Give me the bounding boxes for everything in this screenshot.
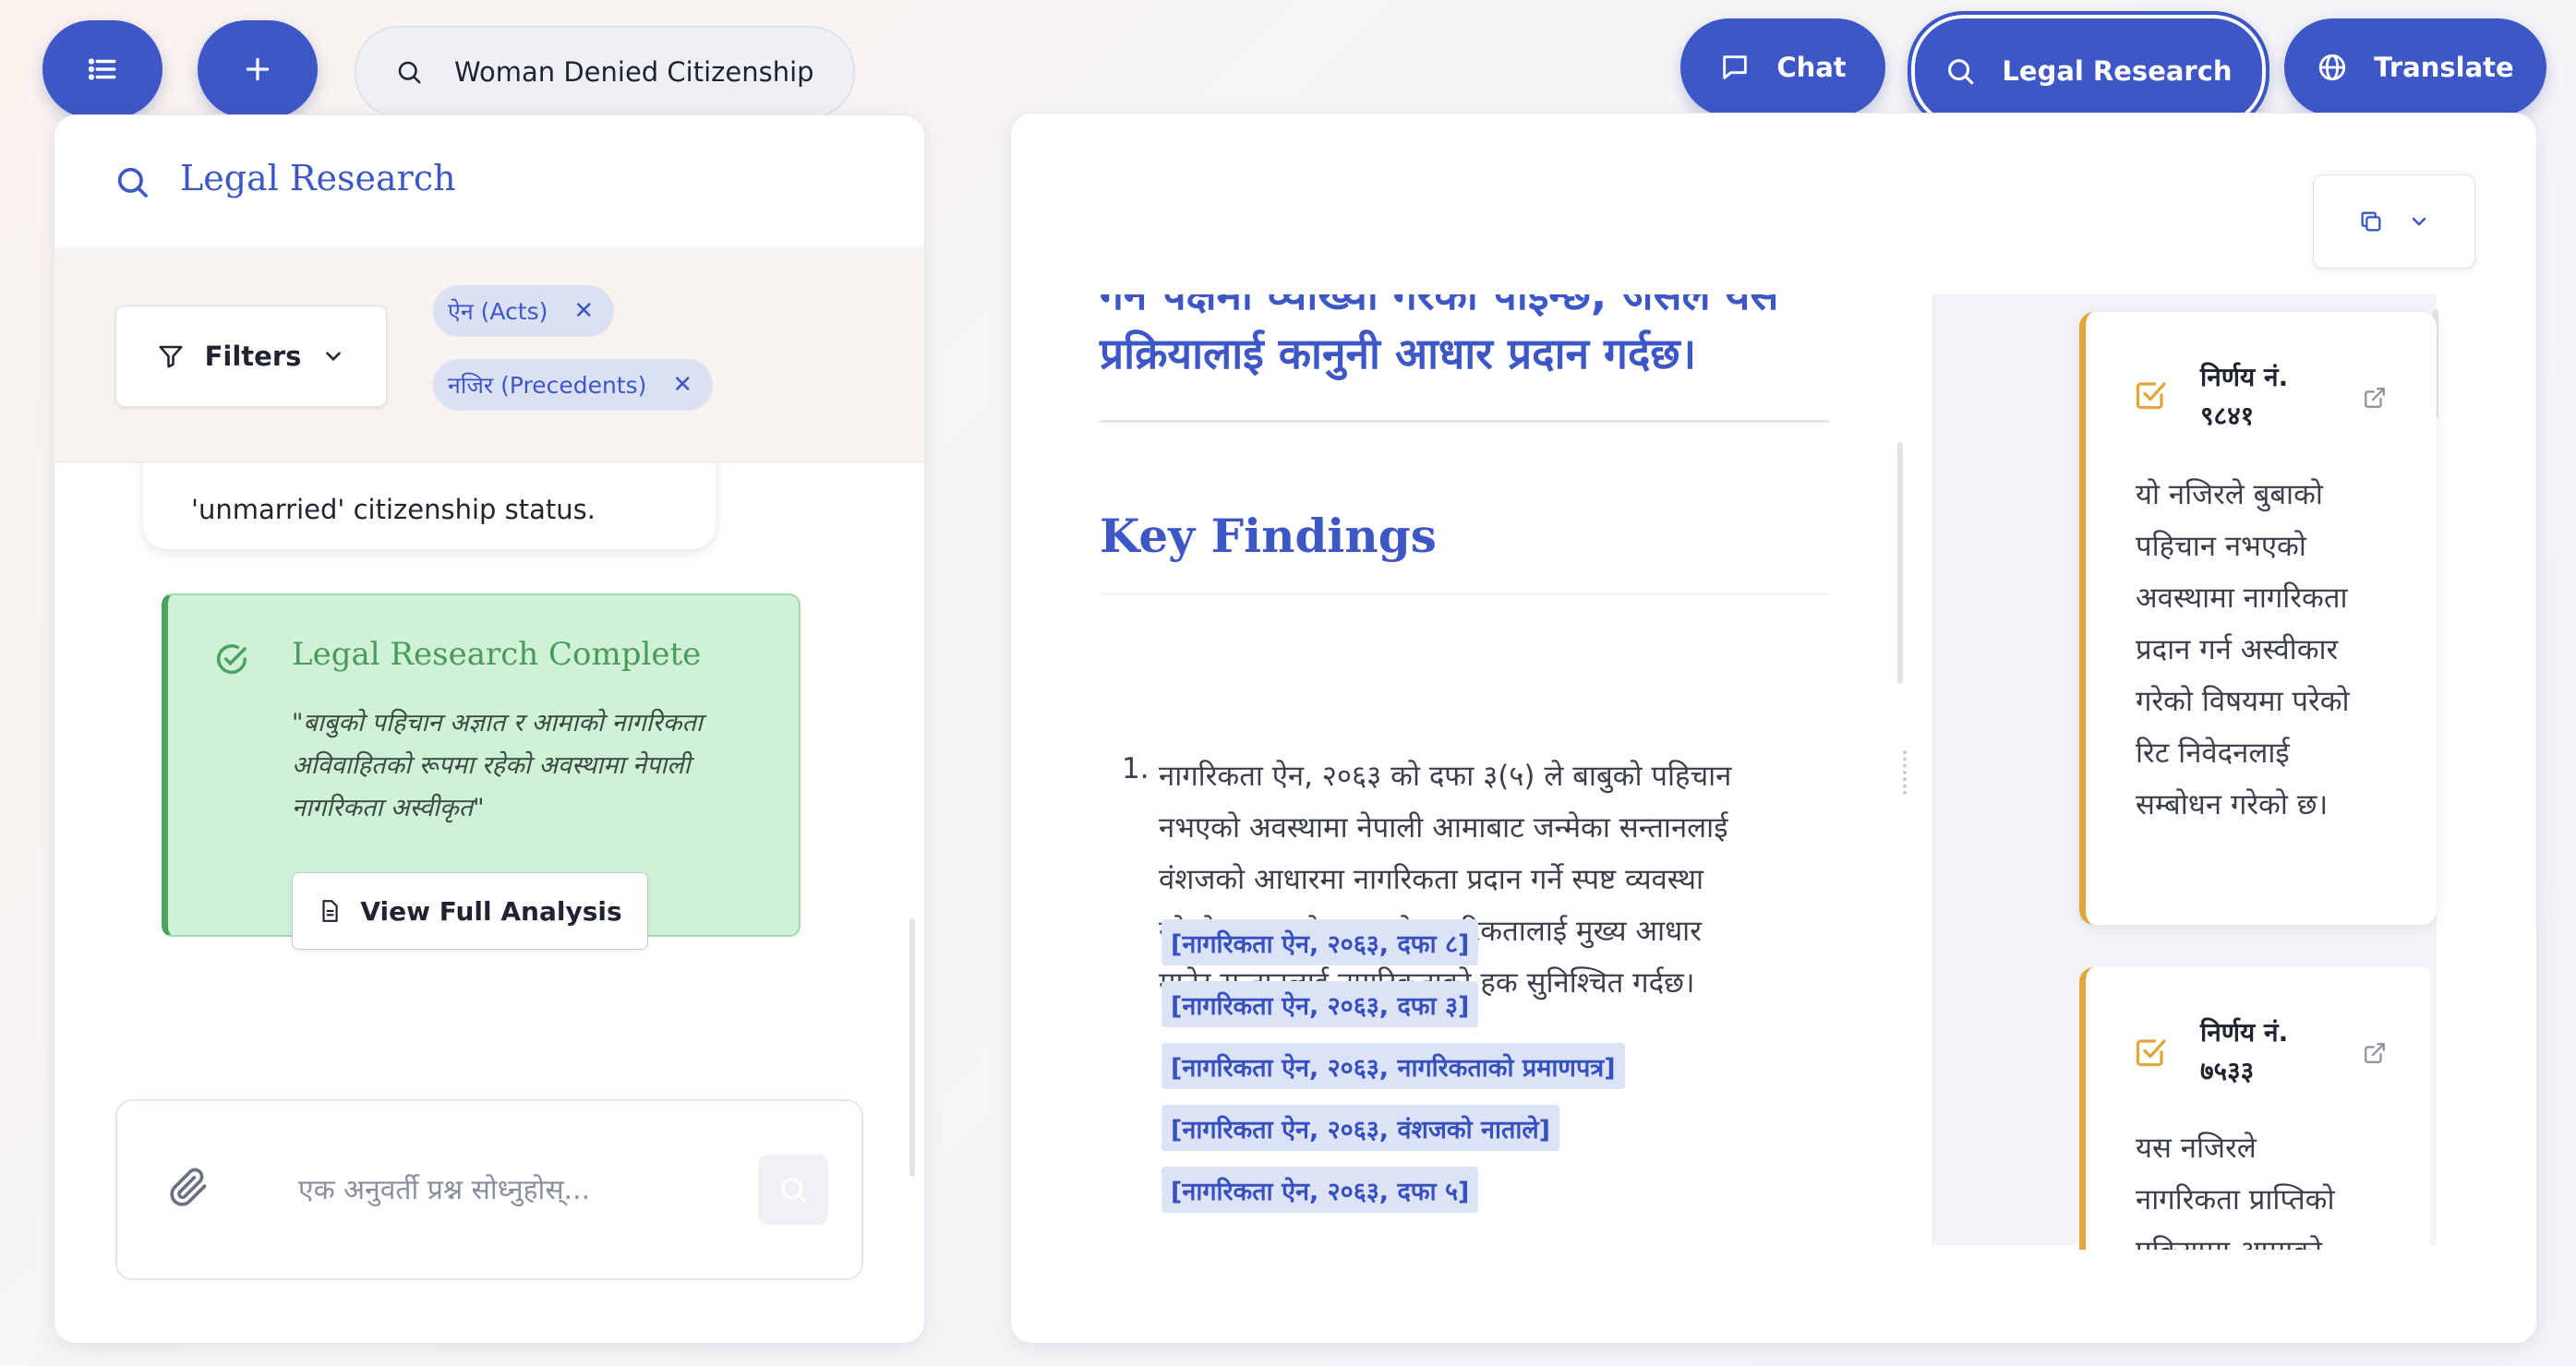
paperclip-icon[interactable] bbox=[169, 1168, 210, 1208]
menu-button[interactable] bbox=[42, 20, 163, 118]
scrollbar[interactable] bbox=[909, 918, 915, 1177]
translate-label: Translate bbox=[2374, 52, 2514, 83]
close-icon[interactable]: ✕ bbox=[573, 297, 594, 325]
document-icon bbox=[322, 900, 339, 922]
filter-chip-precedents-front[interactable]: नजिर (Precedents) ✕ bbox=[433, 359, 714, 411]
resize-handle[interactable] bbox=[1903, 750, 1907, 795]
copy-icon bbox=[2361, 211, 2381, 232]
external-link-icon[interactable] bbox=[2363, 1041, 2387, 1065]
view-full-analysis-label: View Full Analysis bbox=[360, 895, 622, 927]
filter-icon bbox=[159, 345, 183, 368]
external-link-icon[interactable] bbox=[2363, 386, 2387, 410]
chevron-down-icon bbox=[2412, 217, 2426, 226]
copy-dropdown-button[interactable] bbox=[2313, 174, 2475, 269]
ruling-card[interactable]: निर्णय नं. ९८४१ यो नजिरले बुबाको पहिचान … bbox=[2079, 312, 2437, 925]
ruling-card[interactable]: निर्णय नं. ७५३३ यस नजिरले नागरिकता प्राप… bbox=[2079, 967, 2430, 1250]
legal-research-label: Legal Research bbox=[2002, 55, 2233, 87]
citation-tag[interactable]: [नागरिकता ऐन, २०६३, दफा ८] bbox=[1162, 919, 1479, 965]
finding-line: नभएको अवस्थामा नेपाली आमाबाट जन्मेका सन्… bbox=[1159, 811, 1728, 845]
complete-card-title: Legal Research Complete bbox=[292, 636, 702, 673]
complete-card-quote: "बाबुको पहिचान अज्ञात र आमाको नागरिकता अ… bbox=[292, 709, 703, 822]
filters-button-front[interactable]: Filters bbox=[115, 306, 387, 407]
previous-message-text: 'unmarried' citizenship status. bbox=[191, 494, 596, 525]
check-square-icon bbox=[2136, 382, 2166, 410]
citation-tag[interactable]: [नागरिकता ऐन, २०६३, वंशजको नाताले] bbox=[1162, 1105, 1560, 1151]
research-complete-card: Legal Research Complete "बाबुको पहिचान अ… bbox=[162, 593, 800, 950]
ruling-line: अवस्थामा नागरिकता bbox=[2136, 581, 2348, 615]
search-icon bbox=[117, 167, 148, 198]
ruling-line: रिट निवेदनलाई bbox=[2136, 737, 2290, 770]
filters-label: Filters bbox=[204, 341, 302, 372]
panel-title: Legal Research bbox=[180, 158, 456, 198]
check-square-icon bbox=[2136, 1039, 2166, 1067]
search-icon bbox=[1948, 59, 1974, 85]
ruling-number: ९८४१ bbox=[2200, 401, 2255, 431]
finding-number: 1. bbox=[1122, 752, 1150, 785]
finding-line: वंशजको आधारमा नागरिकता प्रदान गर्ने स्पष… bbox=[1159, 863, 1704, 896]
list-icon bbox=[88, 58, 116, 80]
section-title: Key Findings bbox=[1100, 509, 1437, 563]
ruling-line: गरेको विषयमा परेको bbox=[2136, 685, 2350, 718]
send-search-button[interactable] bbox=[758, 1155, 828, 1225]
translate-button[interactable]: Translate bbox=[2284, 18, 2546, 116]
chevron-down-icon bbox=[326, 352, 342, 362]
citation-tag[interactable]: [नागरिकता ऐन, २०६३, नागरिकताको प्रमाणपत्… bbox=[1162, 1043, 1625, 1089]
new-chat-button[interactable] bbox=[198, 20, 318, 118]
citation-tag[interactable]: [नागरिकता ऐन, २०६३, दफा ३] bbox=[1162, 981, 1479, 1027]
ruling-line: यो नजिरले बुबाको bbox=[2136, 478, 2323, 511]
ruling-title-line: निर्णय नं. bbox=[2200, 1017, 2289, 1048]
filter-chip-acts-front[interactable]: ऐन (Acts) ✕ bbox=[433, 285, 615, 337]
divider bbox=[1100, 420, 1829, 423]
ruling-line: नागरिकता प्राप्तिको bbox=[2136, 1183, 2335, 1216]
search-icon bbox=[781, 1178, 807, 1204]
ruling-line: प्रक्रियामा आमाको bbox=[2136, 1226, 2335, 1250]
ruling-title: निर्णय नं. ७५३३ bbox=[2200, 1013, 2288, 1091]
legal-research-panel: Legal Research Filters ऐन (Acts) ✕ नजिर … bbox=[54, 114, 925, 1344]
ruling-title: निर्णय नं. ९८४१ bbox=[2200, 358, 2288, 436]
search-value: Woman Denied Citizenship bbox=[454, 56, 814, 88]
ruling-line: सम्बोधन गरेको छ। bbox=[2136, 788, 2329, 821]
ruling-card-clip: निर्णय नं. ७५३३ यस नजिरले नागरिकता प्राप… bbox=[2079, 967, 2430, 1250]
intro-line: प्रक्रियालाई कानुनी आधार प्रदान गर्दछ। bbox=[1100, 329, 1697, 378]
section-divider bbox=[1100, 593, 1829, 594]
document-scrollbar[interactable] bbox=[1897, 442, 1903, 684]
finding-text: नागरिकता ऐन, २०६३ को दफा ३(५) ले बाबुको … bbox=[1159, 750, 1842, 1009]
followup-input-box[interactable]: एक अनुवर्ती प्रश्न सोध्नुहोस्... bbox=[115, 1099, 863, 1280]
chat-button[interactable]: Chat bbox=[1680, 18, 1885, 116]
followup-placeholder: एक अनुवर्ती प्रश्न सोध्नुहोस्... bbox=[298, 1174, 591, 1206]
plus-icon bbox=[246, 57, 270, 81]
chip-label: नजिर (Precedents) bbox=[448, 372, 647, 399]
view-full-analysis-button[interactable]: View Full Analysis bbox=[292, 872, 648, 950]
ruling-line: यस नजिरले bbox=[2136, 1132, 2257, 1165]
ruling-title-line: निर्णय नं. bbox=[2200, 362, 2289, 392]
intro-cut-line: गन पक्षमा व्याख्या गरेको पाइन्छ, जसले यस bbox=[1100, 294, 1779, 319]
search-icon bbox=[398, 61, 421, 84]
panel-header: Legal Research bbox=[54, 115, 924, 248]
ruling-summary: यो नजिरले बुबाको पहिचान नभएको अवस्थामा न… bbox=[2136, 469, 2350, 831]
check-circle-icon bbox=[217, 644, 247, 675]
close-icon[interactable]: ✕ bbox=[672, 371, 692, 399]
chat-label: Chat bbox=[1776, 52, 1847, 83]
ruling-line: प्रदान गर्न अस्वीकार bbox=[2136, 633, 2339, 666]
previous-message-bubble: 'unmarried' citizenship status. bbox=[143, 429, 716, 549]
ruling-number: ७५३३ bbox=[2200, 1056, 2255, 1086]
ruling-line: पहिचान नभएको bbox=[2136, 530, 2306, 563]
citation-tag[interactable]: [नागरिकता ऐन, २०६३, दफा ५] bbox=[1162, 1167, 1479, 1213]
chat-icon bbox=[1723, 55, 1748, 79]
globe-icon bbox=[2319, 54, 2346, 81]
ruling-summary: यस नजिरले नागरिकता प्राप्तिको प्रक्रियाम… bbox=[2136, 1122, 2335, 1250]
chip-label: ऐन (Acts) bbox=[448, 298, 548, 325]
finding-line: नागरिकता ऐन, २०६३ को दफा ३(५) ले बाबुको … bbox=[1159, 760, 1732, 793]
search-field[interactable]: Woman Denied Citizenship bbox=[355, 26, 855, 118]
